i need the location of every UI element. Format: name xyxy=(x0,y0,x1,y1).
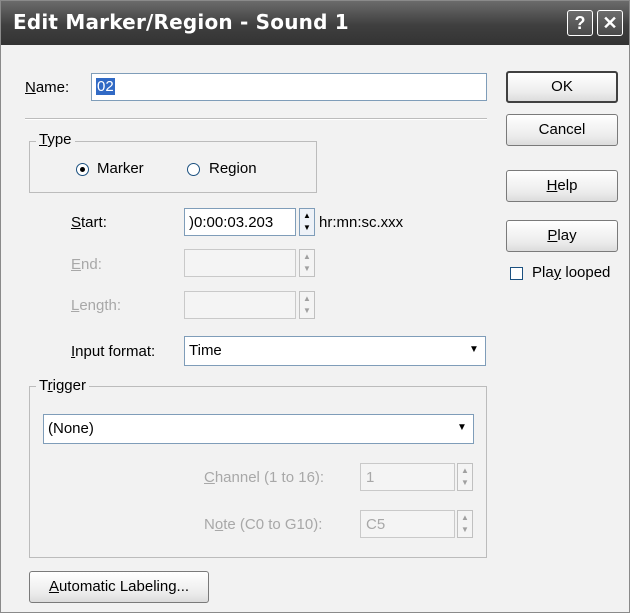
length-field xyxy=(184,291,296,319)
name-label: Name: xyxy=(25,79,70,96)
start-format-label: hr:mn:sc.xxx xyxy=(319,214,404,231)
note-label: Note (C0 to G10): xyxy=(204,516,323,533)
marker-radio[interactable] xyxy=(76,163,89,176)
marker-radio-label[interactable]: Marker xyxy=(97,160,144,177)
type-group-label: Type xyxy=(36,131,75,148)
help-icon[interactable]: ? xyxy=(567,10,593,36)
region-radio-label[interactable]: Region xyxy=(209,160,257,177)
separator xyxy=(25,118,487,120)
spin-up-icon: ▲ xyxy=(461,466,469,475)
spin-up-icon[interactable]: ▲ xyxy=(300,211,314,221)
start-label: Start: xyxy=(71,214,107,231)
chevron-down-icon[interactable]: ▼ xyxy=(465,339,483,363)
input-format-label: Input format: xyxy=(71,343,156,360)
input-format-select[interactable]: Time ▼ xyxy=(184,336,486,366)
end-spinner: ▲ ▼ xyxy=(299,249,315,277)
help-button[interactable]: Help xyxy=(506,170,618,202)
trigger-group-label: Trigger xyxy=(36,377,89,394)
spin-down-icon[interactable]: ▼ xyxy=(300,223,314,233)
chevron-down-icon[interactable]: ▼ xyxy=(453,417,471,441)
spin-down-icon: ▼ xyxy=(461,478,469,487)
end-field xyxy=(184,249,296,277)
window-title: Edit Marker/Region - Sound 1 xyxy=(13,10,349,34)
spin-down-icon: ▼ xyxy=(303,264,311,273)
ok-button[interactable]: OK xyxy=(506,71,618,103)
spin-up-icon: ▲ xyxy=(461,513,469,522)
title-bar[interactable]: Edit Marker/Region - Sound 1 ? ✕ xyxy=(1,1,629,45)
input-format-value: Time xyxy=(189,342,222,359)
channel-value: 1 xyxy=(366,469,375,486)
length-spinner: ▲ ▼ xyxy=(299,291,315,319)
spin-down-icon: ▼ xyxy=(461,525,469,534)
start-spinner[interactable]: ▲ ▼ xyxy=(299,208,315,236)
length-label: Length: xyxy=(71,297,122,314)
spin-up-icon: ▲ xyxy=(303,252,311,261)
note-spinner: ▲ ▼ xyxy=(457,510,473,538)
name-field[interactable]: 02 xyxy=(91,73,487,101)
channel-label: Channel (1 to 16): xyxy=(204,469,325,486)
start-value: )0:00:03.203 xyxy=(189,214,274,231)
play-looped-checkbox[interactable] xyxy=(510,267,523,280)
play-button[interactable]: Play xyxy=(506,220,618,252)
start-field[interactable]: )0:00:03.203 xyxy=(184,208,296,236)
spin-up-icon: ▲ xyxy=(303,294,311,303)
note-field: C5 xyxy=(360,510,455,538)
automatic-labeling-button[interactable]: Automatic Labeling... xyxy=(29,571,209,603)
edit-marker-region-dialog: Edit Marker/Region - Sound 1 ? ✕ Name: 0… xyxy=(0,0,630,613)
close-icon[interactable]: ✕ xyxy=(597,10,623,36)
note-value: C5 xyxy=(366,516,386,533)
channel-field: 1 xyxy=(360,463,455,491)
trigger-select[interactable]: (None) ▼ xyxy=(43,414,474,444)
end-label: End: xyxy=(71,256,102,273)
region-radio[interactable] xyxy=(187,163,200,176)
cancel-button[interactable]: Cancel xyxy=(506,114,618,146)
type-group xyxy=(29,141,317,193)
channel-spinner: ▲ ▼ xyxy=(457,463,473,491)
trigger-value: (None) xyxy=(48,420,94,437)
spin-down-icon: ▼ xyxy=(303,306,311,315)
play-looped-label[interactable]: Play looped xyxy=(532,264,610,281)
name-value: 02 xyxy=(96,78,115,95)
